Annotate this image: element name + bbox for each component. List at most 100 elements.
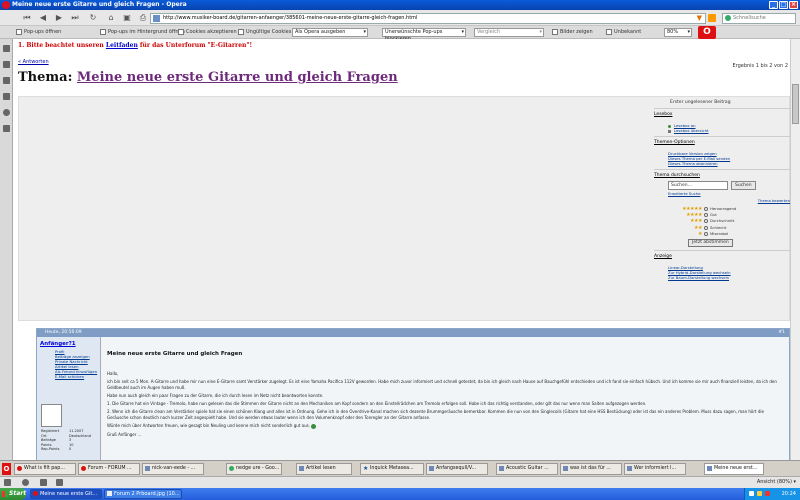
windows-logo-icon: [2, 491, 8, 497]
google-icon: [229, 466, 234, 471]
reload-status-icon[interactable]: [22, 479, 29, 486]
window-title-bar[interactable]: Meine neue erste Gitarre und gleich Frag…: [0, 0, 800, 10]
tab-label: Meine neue erst...: [714, 466, 758, 471]
scrollbar-thumb[interactable]: [792, 84, 799, 124]
minimize-icon[interactable]: _: [769, 1, 778, 9]
thread-title-link[interactable]: Meine neue erste Gitarre und gleich Frag…: [77, 70, 398, 85]
quick-search-input[interactable]: Schnellsuche: [722, 13, 796, 24]
history-panel-icon[interactable]: [3, 109, 10, 116]
forum-post: Heute, 20:56:09 #1 Anfänger?1 Profil Bei…: [36, 328, 790, 460]
radio-icon: [704, 231, 708, 236]
avatar[interactable]: [41, 404, 62, 427]
forward-icon[interactable]: ▶: [54, 13, 64, 23]
browser-tab[interactable]: was ist das für ...: [560, 463, 622, 475]
rating-label: Schlecht: [710, 224, 727, 230]
notes-panel-icon[interactable]: [3, 93, 10, 100]
rewind-icon[interactable]: ⏮: [22, 13, 32, 23]
panel-sidebar: [0, 39, 13, 460]
vertical-scrollbar[interactable]: [790, 39, 800, 460]
close-icon[interactable]: ×: [789, 1, 798, 9]
cookies-accept-toggle[interactable]: Cookies akzeptieren: [178, 28, 237, 37]
browser-tab[interactable]: nedge ure - Goo...: [226, 463, 282, 475]
user-menu-item[interactable]: E-Mail schicken: [55, 374, 99, 379]
tools-icon[interactable]: [40, 479, 47, 486]
print-icon[interactable]: ⎙: [138, 13, 148, 23]
contacts-panel-icon[interactable]: [3, 77, 10, 84]
transfers-panel-icon[interactable]: [3, 125, 10, 132]
subscribe-thread-link[interactable]: Dieses Thema abonnieren: [668, 161, 790, 166]
identify-as-select[interactable]: Als Opera ausgeben: [292, 28, 368, 37]
forum-notice: 1. Bitte beachtet unseren Leitfaden für …: [18, 42, 252, 49]
opera-menu-button[interactable]: O: [698, 26, 716, 39]
browser-tab-active[interactable]: Meine neue erst...: [704, 463, 764, 475]
tray-app-icon[interactable]: [765, 491, 770, 496]
zoom-level[interactable]: Ansicht (80%) ▾: [757, 477, 796, 488]
first-unread-link[interactable]: Erster ungelesener Beitrag: [670, 100, 790, 105]
save-icon[interactable]: ▣: [122, 13, 132, 23]
start-button[interactable]: Start: [0, 488, 26, 500]
reload-icon[interactable]: ↻: [88, 13, 98, 23]
post-paragraph: ich bin seit ca 5 Mon. A-Gitarre und hab…: [107, 379, 777, 390]
thread-search-button[interactable]: Suchen: [731, 181, 756, 190]
bookmark-star-icon[interactable]: ▼: [697, 14, 702, 23]
opera-logo-icon[interactable]: O: [2, 463, 11, 475]
rate-thread-title[interactable]: Thema bewerten: [654, 198, 790, 203]
home-icon[interactable]: ⌂: [106, 13, 116, 23]
browser-tab[interactable]: ★ Inquick Metasea...: [360, 463, 424, 475]
fast-forward-icon[interactable]: ⏭: [70, 13, 80, 23]
radio-icon: [704, 219, 708, 224]
unknown-toggle[interactable]: Unbekannt: [606, 28, 641, 37]
mail-panel-icon[interactable]: [3, 61, 10, 68]
guideline-link[interactable]: Leitfaden: [106, 42, 138, 49]
post-paragraph: Würde mich über Antworten freuen, wie ge…: [107, 423, 783, 429]
popups-open-toggle[interactable]: Pop-ups öffnen: [16, 28, 61, 37]
back-icon[interactable]: ◀: [38, 13, 48, 23]
browser-tab[interactable]: Forum - FORUM ...: [78, 463, 140, 475]
popup-blocking-select[interactable]: Unerwünschte Pop-ups blockieren: [382, 28, 466, 42]
section-title-lesebox[interactable]: Lesebox: [654, 112, 790, 117]
show-images-toggle[interactable]: Bilder zeigen: [552, 28, 593, 37]
taskbar-item-image[interactable]: Forum 2 Prboard.jpg (10...: [104, 489, 182, 499]
username-link[interactable]: Anfänger?1: [40, 341, 76, 347]
post-paragraph: Hallo,: [107, 371, 119, 376]
browser-tab[interactable]: Acoustic Guitar ...: [496, 463, 558, 475]
tab-label: nick-van-eede - ...: [152, 466, 196, 471]
browser-tab[interactable]: nick-van-eede - ...: [142, 463, 204, 475]
zoom-select[interactable]: 80%: [664, 28, 692, 37]
section-title-search-thread[interactable]: Thema durchsuchen: [654, 173, 790, 178]
reply-link[interactable]: « Antworten: [18, 59, 49, 65]
tab-label: Anfangsequll/V...: [436, 466, 477, 471]
browser-tab[interactable]: Artikel lesen: [296, 463, 352, 475]
unknown-label: Unbekannt: [614, 29, 642, 35]
section-title-thread-options[interactable]: Themen-Optionen: [654, 140, 790, 145]
windows-taskbar: Start Meine neue erste Git... Forum 2 Pr…: [0, 488, 800, 500]
invalid-cookies-toggle[interactable]: Ungültige Cookies: [238, 28, 291, 37]
post-number-link[interactable]: #1: [778, 329, 785, 337]
rating-label: Durchschnitt: [710, 218, 735, 224]
thread-search-input[interactable]: Suchen...: [668, 181, 728, 190]
advanced-search-link[interactable]: Erweiterte Suche: [668, 191, 790, 196]
tray-app-icon[interactable]: [749, 491, 754, 496]
tab-label: Acoustic Guitar ...: [506, 466, 549, 471]
browser-tab[interactable]: Anfangsequll/V...: [426, 463, 488, 475]
rss-feed-icon[interactable]: [708, 14, 716, 22]
browser-tab[interactable]: What is filt pap...: [14, 463, 76, 475]
tab-bar: O What is filt pap... Forum - FORUM ... …: [0, 460, 800, 476]
panel-toggle-icon[interactable]: [4, 479, 11, 486]
vote-button[interactable]: Jetzt abstimmen: [688, 239, 733, 248]
maximize-icon[interactable]: □: [779, 1, 788, 9]
address-bar[interactable]: http://www.musiker-board.de/gitarren-anf…: [150, 13, 706, 24]
browser-tab[interactable]: Wer informiert l...: [624, 463, 686, 475]
compare-field[interactable]: Vergleich: [474, 28, 544, 37]
section-title-display[interactable]: Anzeige: [654, 254, 790, 259]
bookmarks-panel-icon[interactable]: [3, 45, 10, 52]
taskbar-item-opera[interactable]: Meine neue erste Git...: [30, 489, 102, 499]
threaded-mode-link[interactable]: Zur Baum-Darstellung wechseln: [668, 275, 790, 280]
tab-label: What is filt pap...: [24, 466, 65, 471]
rating-option[interactable]: ★ Miserabel: [672, 231, 790, 237]
lesebox-overview-link[interactable]: Lesebox übersicht: [668, 128, 790, 133]
popups-background-toggle[interactable]: Pop-ups im Hintergrund öffnen: [100, 28, 185, 37]
tray-app-icon[interactable]: [757, 491, 762, 496]
pages-icon[interactable]: [56, 479, 63, 486]
radio-icon: [704, 207, 708, 211]
